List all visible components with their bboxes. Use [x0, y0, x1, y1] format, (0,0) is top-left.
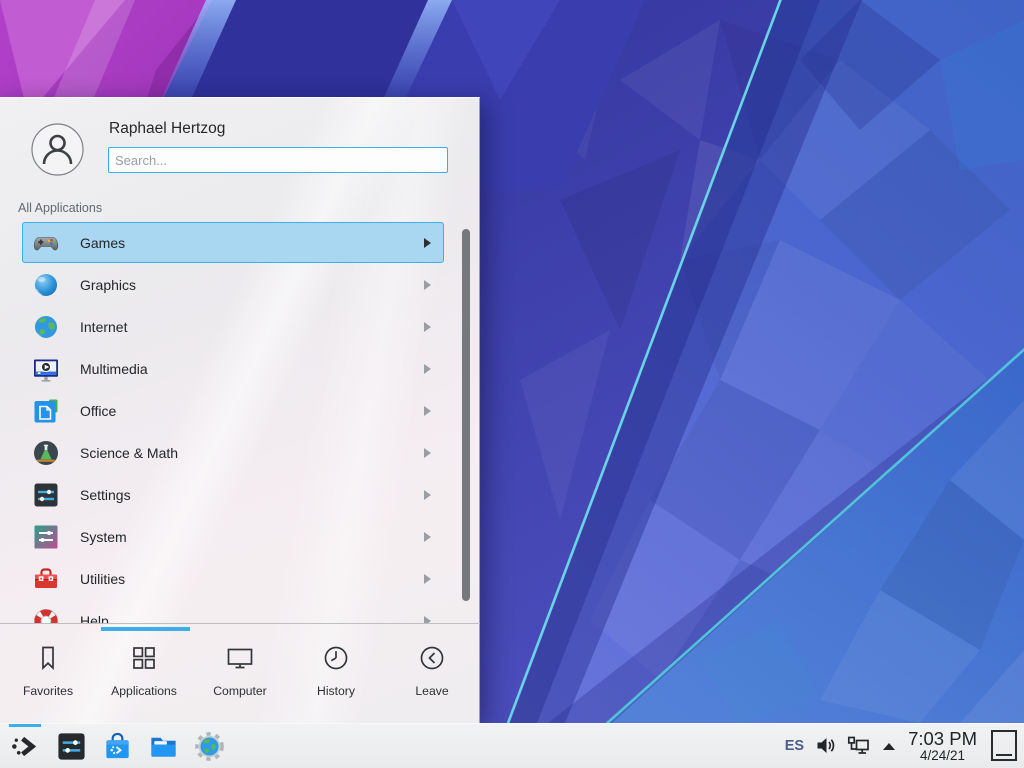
sliders-dark-icon	[32, 481, 60, 509]
lifebuoy-icon	[32, 607, 60, 624]
tab-label: Applications	[111, 684, 177, 698]
user-avatar[interactable]	[31, 123, 84, 176]
menu-item-label: System	[80, 529, 127, 545]
blue-sphere-icon	[32, 271, 60, 299]
menu-item-help[interactable]: Help	[22, 600, 444, 623]
menu-item-label: Graphics	[80, 277, 136, 293]
menu-item-multimedia[interactable]: Multimedia	[22, 348, 444, 389]
tab-favorites[interactable]: Favorites	[0, 624, 96, 724]
globe-icon	[32, 313, 60, 341]
menu-item-label: Settings	[80, 487, 131, 503]
blue-folder-icon	[148, 731, 179, 762]
submenu-arrow-icon	[424, 322, 431, 332]
submenu-arrow-icon	[424, 448, 431, 458]
gamepad-icon	[32, 229, 60, 257]
menu-item-graphics[interactable]: Graphics	[22, 264, 444, 305]
tab-label: History	[317, 684, 355, 698]
dark-sliders-icon	[56, 731, 87, 762]
file-manager-button[interactable]	[147, 724, 179, 768]
kali-bag-icon	[102, 731, 133, 762]
tab-label: Favorites	[23, 684, 73, 698]
section-header: All Applications	[18, 201, 102, 215]
document-icon	[32, 397, 60, 425]
menu-item-label: Internet	[80, 319, 127, 335]
menu-item-label: Office	[80, 403, 116, 419]
application-category-list: Games Graphics Internet	[0, 221, 480, 623]
clock-date: 4/24/21	[908, 749, 977, 763]
menu-item-games[interactable]: Games	[22, 222, 444, 263]
application-launcher-button[interactable]	[9, 724, 41, 768]
submenu-arrow-icon	[424, 574, 431, 584]
menu-item-utilities[interactable]: Utilities	[22, 558, 444, 599]
submenu-arrow-icon	[424, 364, 431, 374]
tab-history[interactable]: History	[288, 624, 384, 724]
sliders-gradient-icon	[32, 523, 60, 551]
submenu-arrow-icon	[424, 616, 431, 624]
application-launcher-menu: Raphael Hertzog All Applications Games	[0, 97, 480, 723]
submenu-arrow-icon	[424, 238, 431, 248]
monitor-icon	[225, 643, 255, 678]
menu-item-label: Science & Math	[80, 445, 178, 461]
menu-item-label: Games	[80, 235, 125, 251]
menu-item-internet[interactable]: Internet	[22, 306, 444, 347]
menu-item-label: Multimedia	[80, 361, 148, 377]
web-services-button[interactable]	[193, 724, 225, 768]
leave-icon	[417, 643, 447, 678]
tab-applications[interactable]: Applications	[96, 624, 192, 724]
clock-time: 7:03 PM	[908, 729, 977, 748]
monitor-play-icon	[32, 355, 60, 383]
taskbar: ES 7:03 PM 4/24/21	[0, 723, 1024, 768]
submenu-arrow-icon	[424, 406, 431, 416]
launcher-active-indicator	[9, 724, 41, 727]
digital-clock[interactable]: 7:03 PM 4/24/21	[908, 729, 977, 762]
show-desktop-button[interactable]	[991, 730, 1017, 761]
kali-launcher-icon	[10, 731, 41, 762]
tab-label: Leave	[415, 684, 448, 698]
bookmark-icon	[33, 643, 63, 678]
globe-gear-icon	[194, 731, 225, 762]
menu-item-science-math[interactable]: Science & Math	[22, 432, 444, 473]
volume-icon[interactable]	[815, 735, 836, 756]
tab-computer[interactable]: Computer	[192, 624, 288, 724]
software-center-button[interactable]	[101, 724, 133, 768]
menu-item-office[interactable]: Office	[22, 390, 444, 431]
search-input[interactable]	[108, 147, 448, 173]
user-name: Raphael Hertzog	[109, 120, 225, 138]
tab-label: Computer	[213, 684, 267, 698]
menu-item-system[interactable]: System	[22, 516, 444, 557]
taskbar-pinned-apps	[0, 724, 225, 768]
menu-item-settings[interactable]: Settings	[22, 474, 444, 515]
system-tray: ES 7:03 PM 4/24/21	[785, 729, 1024, 762]
tab-leave[interactable]: Leave	[384, 624, 480, 724]
grid-icon	[129, 643, 159, 678]
submenu-arrow-icon	[424, 280, 431, 290]
menu-item-label: Help	[80, 613, 109, 624]
expand-tray-arrow-icon[interactable]	[881, 740, 897, 752]
keyboard-layout-indicator[interactable]: ES	[785, 738, 804, 754]
flask-icon	[32, 439, 60, 467]
clock-icon	[321, 643, 351, 678]
launcher-tab-bar: Favorites Applications Computer History	[0, 623, 480, 724]
settings-app-button[interactable]	[55, 724, 87, 768]
menu-item-label: Utilities	[80, 571, 125, 587]
submenu-arrow-icon	[424, 532, 431, 542]
list-scrollbar[interactable]	[462, 229, 470, 601]
user-avatar-icon	[31, 123, 84, 176]
submenu-arrow-icon	[424, 490, 431, 500]
toolbox-icon	[32, 565, 60, 593]
wired-network-icon[interactable]	[847, 735, 870, 757]
